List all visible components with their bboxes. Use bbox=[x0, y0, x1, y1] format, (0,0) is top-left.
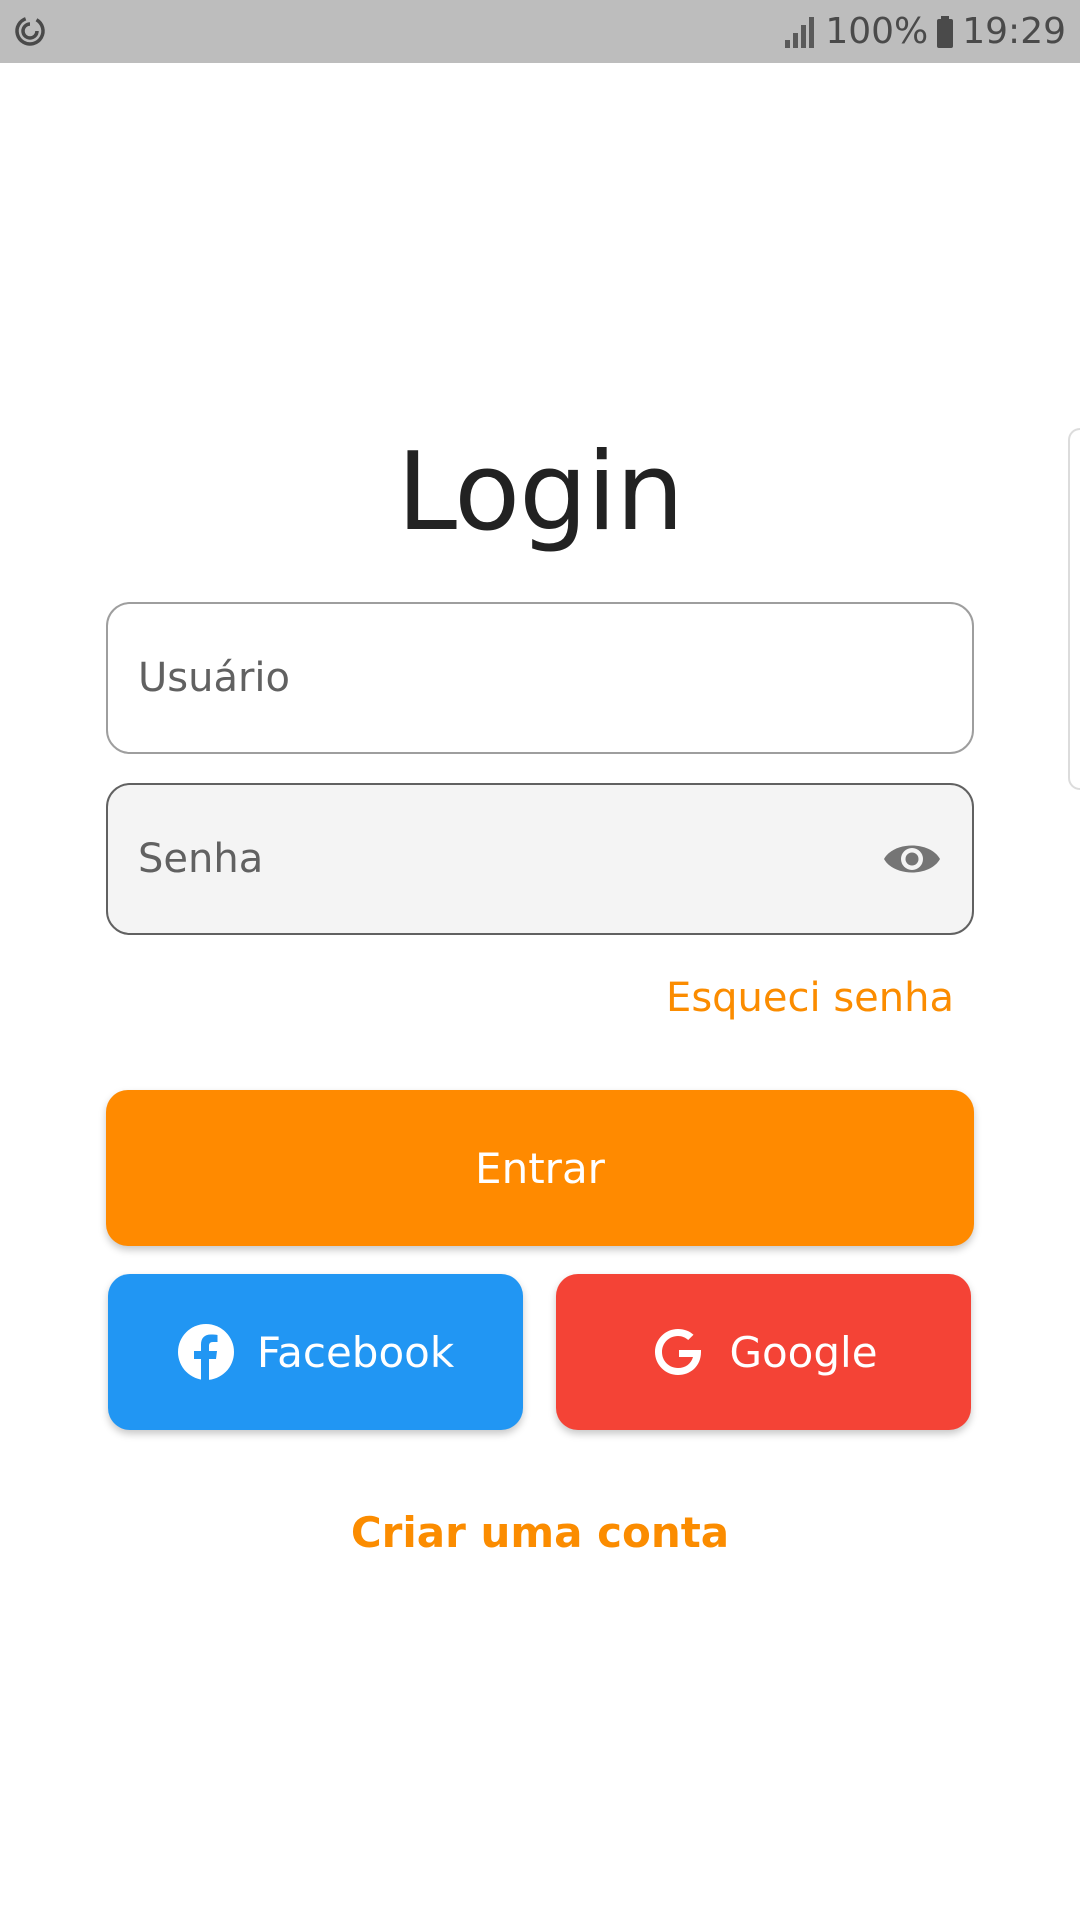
eye-icon[interactable] bbox=[882, 837, 942, 881]
facebook-login-button[interactable]: Facebook bbox=[108, 1274, 523, 1430]
google-icon bbox=[655, 1329, 702, 1375]
username-input[interactable] bbox=[138, 655, 838, 701]
battery-percent: 100% bbox=[825, 11, 929, 52]
create-account-link[interactable]: Criar uma conta bbox=[0, 1508, 1080, 1557]
status-bar: 100% 19:29 bbox=[0, 0, 1080, 63]
status-right: 100% 19:29 bbox=[783, 0, 1066, 63]
facebook-icon bbox=[177, 1324, 234, 1381]
password-field[interactable] bbox=[106, 783, 974, 935]
sync-icon bbox=[15, 16, 45, 46]
login-button[interactable]: Entrar bbox=[106, 1090, 974, 1246]
password-input[interactable] bbox=[138, 836, 838, 882]
google-label: Google bbox=[729, 1327, 878, 1377]
forgot-password-link[interactable]: Esqueci senha bbox=[666, 975, 954, 1021]
page-title: Login bbox=[396, 430, 684, 555]
facebook-label: Facebook bbox=[256, 1327, 455, 1377]
status-time: 19:29 bbox=[962, 11, 1066, 52]
signal-icon bbox=[785, 16, 815, 48]
username-field[interactable] bbox=[106, 602, 974, 754]
google-login-button[interactable]: Google bbox=[556, 1274, 971, 1430]
battery-icon bbox=[937, 15, 954, 48]
